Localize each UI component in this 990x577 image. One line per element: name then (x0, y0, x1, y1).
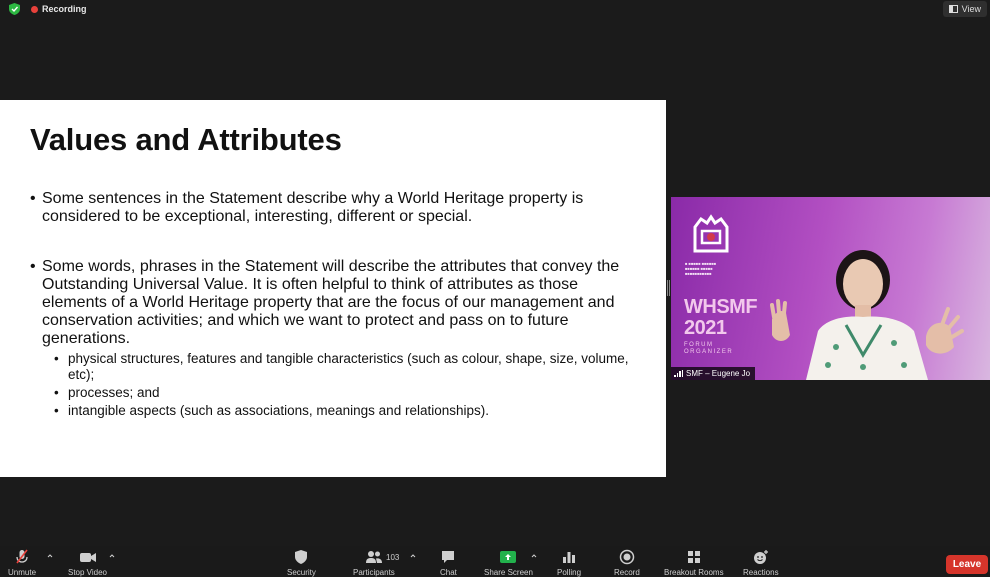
reactions-button[interactable]: Reactions (743, 549, 779, 577)
participants-options-caret-icon[interactable] (410, 553, 416, 559)
breakout-rooms-grid-icon (687, 551, 700, 563)
share-screen-button[interactable]: Share Screen (484, 549, 533, 577)
stop-video-label: Stop Video (68, 568, 107, 577)
view-button[interactable]: View (942, 1, 987, 17)
shield-icon (295, 550, 308, 564)
polling-label: Polling (557, 568, 582, 577)
sub-bullet-text: physical structures, features and tangib… (68, 351, 629, 382)
slide-title: Values and Attributes (30, 122, 342, 157)
share-screen-label: Share Screen (484, 568, 533, 577)
record-label: Record (614, 568, 640, 577)
chat-button[interactable]: Chat (440, 549, 457, 577)
view-label: View (961, 4, 981, 14)
muted-microphone-icon (16, 549, 28, 564)
logo-small-text: ■ ■■■■■ ■■■■■■ ■■■■■■ ■■■■■ ■■■■■■■■■■■ (685, 261, 717, 276)
participants-count: 103 (386, 553, 400, 562)
unmute-label: Unmute (8, 568, 37, 577)
security-label: Security (287, 568, 316, 577)
breakout-rooms-label: Breakout Rooms (664, 568, 724, 577)
participant-name-tag: SMF – Eugene Jo (671, 367, 756, 380)
forum-logo-icon (693, 214, 729, 253)
sub-bullet-text: processes; and (68, 385, 160, 400)
connection-signal-icon (674, 370, 683, 377)
participants-icon (365, 551, 382, 563)
share-screen-icon (500, 551, 517, 563)
video-camera-icon (79, 553, 96, 562)
participant-name: SMF – Eugene Jo (686, 369, 751, 378)
slide-sub-bullets: • physical structures, features and tangi… (54, 351, 634, 421)
leave-meeting-button[interactable]: Leave (946, 555, 988, 574)
meeting-controls-toolbar: Unmute Stop Video Security Participants … (0, 546, 990, 577)
slide-bullet: • Some sentences in the Statement descri… (30, 190, 645, 226)
recording-dot-icon (31, 5, 38, 13)
chat-bubble-icon (442, 551, 455, 563)
sub-bullet-text: intangible aspects (such as associations… (68, 403, 489, 418)
recording-indicator[interactable]: Recording (31, 3, 87, 15)
reaction-smiley-icon (753, 550, 768, 564)
participant-video-tile[interactable]: ■ ■■■■■ ■■■■■■ ■■■■■■ ■■■■■ ■■■■■■■■■■■ WH… (671, 197, 990, 380)
video-options-caret-icon[interactable] (109, 553, 115, 559)
security-shield-icon[interactable] (9, 3, 20, 15)
slide-bullet: • Some words, phrases in the Statement w… (30, 258, 645, 348)
view-layout-icon (948, 5, 958, 13)
slide-bullet-text: Some sentences in the Statement describe… (42, 190, 584, 225)
record-icon (619, 549, 635, 565)
bullet-dot: • (30, 258, 36, 275)
bullet-dot: • (30, 190, 36, 207)
panel-resize-handle[interactable] (667, 280, 670, 296)
polling-button[interactable]: Polling (557, 549, 581, 577)
recording-label: Recording (42, 4, 87, 14)
participant-person-image (770, 250, 964, 380)
security-button[interactable]: Security (287, 549, 316, 577)
logo-subtext: FORUM ORGANIZER (684, 342, 734, 355)
record-button[interactable]: Record (614, 549, 640, 577)
sub-bullet: • intangible aspects (such as association… (54, 403, 489, 418)
sub-bullet: • physical structures, features and tangi… (54, 351, 634, 383)
audio-options-caret-icon[interactable] (47, 553, 53, 559)
share-options-caret-icon[interactable] (531, 553, 537, 559)
poll-chart-icon (563, 552, 575, 563)
chat-label: Chat (440, 568, 457, 577)
slide-bullet-text: Some words, phrases in the Statement wil… (42, 258, 620, 347)
stop-video-button[interactable]: Stop Video (68, 549, 107, 577)
sub-bullet: • processes; and (54, 385, 160, 400)
logo-wordmark: WHSMF 2021 (684, 296, 758, 339)
unmute-button[interactable]: Unmute (8, 549, 36, 577)
meeting-top-bar: Recording View (0, 0, 990, 18)
participants-label: Participants (353, 568, 395, 577)
shared-screen-slide: Values and Attributes • Some sentences i… (0, 100, 666, 477)
reactions-label: Reactions (743, 568, 779, 577)
breakout-rooms-button[interactable]: Breakout Rooms (664, 549, 724, 577)
